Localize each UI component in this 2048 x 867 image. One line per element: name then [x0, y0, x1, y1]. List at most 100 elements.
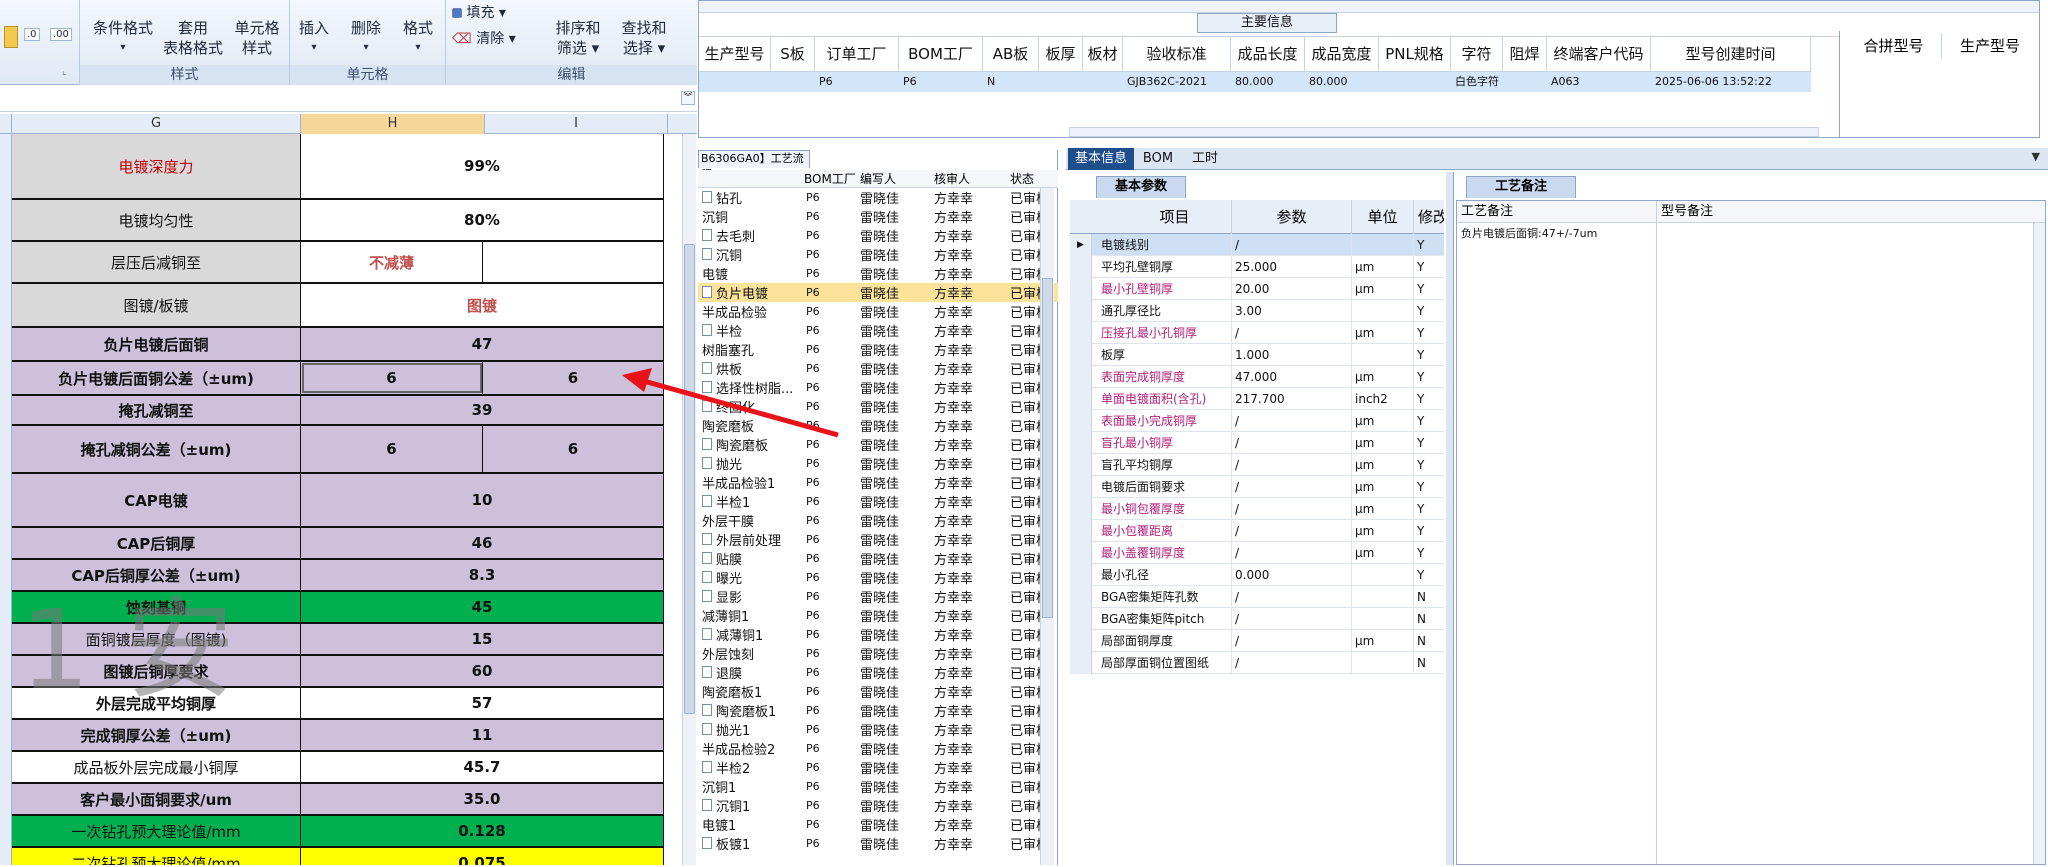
- row-selector[interactable]: [1070, 542, 1092, 564]
- sheet-cell-label[interactable]: 掩孔减铜公差（±um): [12, 426, 301, 472]
- workflow-row[interactable]: 去毛刺 P6 雷晓佳 方幸幸 已审核: [698, 226, 1058, 245]
- param-row[interactable]: 电镀后面铜要求 / μm Y: [1070, 476, 1444, 498]
- workflow-row[interactable]: 半成品检验1 P6 雷晓佳 方幸幸 已审核: [698, 473, 1058, 492]
- sheet-cell-label[interactable]: 客户最小面铜要求/um: [12, 784, 301, 814]
- row-selector[interactable]: [1070, 388, 1092, 410]
- wf-header-status[interactable]: 状态: [1010, 170, 1034, 188]
- expand-formula-bar-icon[interactable]: ︾: [681, 91, 695, 105]
- grid-header-cell[interactable]: 验收标准: [1123, 37, 1231, 71]
- grid-data-cell[interactable]: 80.000: [1231, 72, 1305, 92]
- param-value[interactable]: /: [1232, 498, 1352, 520]
- sheet-cell-value[interactable]: 45: [301, 592, 664, 622]
- workflow-row[interactable]: 贴膜 P6 雷晓佳 方幸幸 已审核: [698, 549, 1058, 568]
- grid-data-cell[interactable]: [771, 72, 815, 92]
- grid-header-cell[interactable]: 阻焊: [1503, 37, 1547, 71]
- sheet-cell-value[interactable]: 99%: [301, 134, 664, 198]
- grid-data-cell[interactable]: GJB362C-2021: [1123, 72, 1231, 92]
- workflow-row[interactable]: 外层干膜 P6 雷晓佳 方幸幸 已审核: [698, 511, 1058, 530]
- workflow-row[interactable]: 半成品检验 P6 雷晓佳 方幸幸 已审核: [698, 302, 1058, 321]
- clear-button[interactable]: ⌫ 清除 ▾: [452, 28, 516, 48]
- workflow-row[interactable]: 抛光1 P6 雷晓佳 方幸幸 已审核: [698, 720, 1058, 739]
- param-row[interactable]: 最小孔壁铜厚 20.00 μm Y: [1070, 278, 1444, 300]
- param-value[interactable]: /: [1232, 608, 1352, 630]
- sheet-cell-label[interactable]: 负片电镀后面铜: [12, 328, 301, 360]
- decrease-decimal-button[interactable]: .00: [50, 28, 72, 41]
- workflow-row[interactable]: 抛光 P6 雷晓佳 方幸幸 已审核: [698, 454, 1058, 473]
- grid-data-cell[interactable]: 80.000: [1305, 72, 1379, 92]
- tab-basic-info[interactable]: 基本信息: [1068, 148, 1134, 170]
- sheet-cell-value[interactable]: 47: [301, 328, 664, 360]
- param-value[interactable]: /: [1232, 322, 1352, 344]
- workflow-row[interactable]: 沉铜1 P6 雷晓佳 方幸幸 已审核: [698, 796, 1058, 815]
- param-value[interactable]: 0.000: [1232, 564, 1352, 586]
- process-notes-tab[interactable]: 工艺备注: [1466, 176, 1576, 198]
- row-selector[interactable]: ▶: [1070, 234, 1092, 256]
- param-row[interactable]: 盲孔平均铜厚 / μm Y: [1070, 454, 1444, 476]
- process-note-header[interactable]: 工艺备注: [1457, 201, 1657, 223]
- tab-bom[interactable]: BOM: [1138, 148, 1178, 170]
- grid-header-cell[interactable]: BOM工厂: [899, 37, 983, 71]
- sheet-vertical-scrollbar[interactable]: [682, 134, 696, 865]
- row-selector[interactable]: [1070, 476, 1092, 498]
- sheet-cell-label[interactable]: CAP后铜厚: [12, 528, 301, 558]
- sheet-cell-label[interactable]: 电镀均匀性: [12, 200, 301, 240]
- grid-data-cell[interactable]: [699, 72, 771, 92]
- merged-model-header[interactable]: 合拼型号: [1846, 33, 1942, 59]
- row-selector[interactable]: [1070, 344, 1092, 366]
- workflow-row[interactable]: 树脂塞孔 P6 雷晓佳 方幸幸 已审核: [698, 340, 1058, 359]
- param-value[interactable]: 20.00: [1232, 278, 1352, 300]
- param-row[interactable]: 表面完成铜厚度 47.000 μm Y: [1070, 366, 1444, 388]
- sheet-cell-label[interactable]: CAP后铜厚公差（±um): [12, 560, 301, 590]
- param-row[interactable]: 通孔厚径比 3.00 Y: [1070, 300, 1444, 322]
- fill-button[interactable]: 填充 ▾: [452, 2, 506, 22]
- increase-decimal-button[interactable]: .0: [24, 28, 40, 41]
- bp-header-mod[interactable]: 修改: [1414, 200, 1444, 234]
- grid-header-cell[interactable]: S板: [771, 37, 815, 71]
- sheet-cell-value[interactable]: 6: [301, 362, 483, 394]
- param-value[interactable]: /: [1232, 586, 1352, 608]
- splitter[interactable]: [1446, 172, 1454, 865]
- workflow-row[interactable]: 曝光 P6 雷晓佳 方幸幸 已审核: [698, 568, 1058, 587]
- grid-header-cell[interactable]: PNL规格: [1379, 37, 1451, 71]
- cell-styles-button[interactable]: 单元格 样式: [226, 0, 288, 58]
- workflow-row[interactable]: 减薄铜1 P6 雷晓佳 方幸幸 已审核: [698, 606, 1058, 625]
- formula-bar[interactable]: ︾: [0, 86, 697, 112]
- wf-header-checker[interactable]: 核审人: [934, 170, 970, 188]
- dialog-launcher-icon[interactable]: ⌞: [62, 66, 67, 77]
- sheet-cell-value-2[interactable]: [483, 242, 664, 282]
- param-value[interactable]: /: [1232, 652, 1352, 674]
- param-row[interactable]: 表面最小完成铜厚 / μm Y: [1070, 410, 1444, 432]
- row-selector[interactable]: [1070, 322, 1092, 344]
- sheet-cell-value[interactable]: 35.0: [301, 784, 664, 814]
- workflow-row[interactable]: 电镀 P6 雷晓佳 方幸幸 已审核: [698, 264, 1058, 283]
- top-grid-horizontal-scrollbar[interactable]: [1069, 127, 1819, 137]
- sheet-cell-label[interactable]: 面铜镀层厚度（图镀): [12, 624, 301, 654]
- find-select-button[interactable]: 查找和 选择 ▾: [612, 18, 676, 58]
- wf-header-writer[interactable]: 编写人: [860, 170, 896, 188]
- param-row[interactable]: 压接孔最小孔铜厚 / μm Y: [1070, 322, 1444, 344]
- sheet-cell-value[interactable]: 80%: [301, 200, 664, 240]
- workflow-row[interactable]: 烘板 P6 雷晓佳 方幸幸 已审核: [698, 359, 1058, 378]
- notes-scrollbar[interactable]: [2033, 223, 2045, 864]
- grid-data-cell[interactable]: [1083, 72, 1123, 92]
- sheet-cell-value[interactable]: 39: [301, 396, 664, 424]
- param-value[interactable]: 1.000: [1232, 344, 1352, 366]
- wf-header-bom[interactable]: BOM工厂: [804, 170, 856, 188]
- sheet-cell-label[interactable]: 负片电镀后面铜公差（±um): [12, 362, 301, 394]
- param-row[interactable]: 平均孔壁铜厚 25.000 μm Y: [1070, 256, 1444, 278]
- param-row[interactable]: 最小孔径 0.000 Y: [1070, 564, 1444, 586]
- grid-header-cell[interactable]: 板材: [1083, 37, 1123, 71]
- sheet-cell-value[interactable]: 57: [301, 688, 664, 718]
- bp-header-item[interactable]: 项目: [1118, 200, 1232, 234]
- param-value[interactable]: 3.00: [1232, 300, 1352, 322]
- insert-button[interactable]: 插入 ▾: [290, 18, 338, 58]
- grid-header-cell[interactable]: 终端客户代码: [1547, 37, 1651, 71]
- sheet-cell-label[interactable]: 图镀后铜厚要求: [12, 656, 301, 686]
- sheet-cell-value-2[interactable]: 6: [483, 362, 664, 394]
- param-row[interactable]: 板厚 1.000 Y: [1070, 344, 1444, 366]
- row-selector[interactable]: [1070, 278, 1092, 300]
- row-selector[interactable]: [1070, 586, 1092, 608]
- sheet-cell-value-2[interactable]: 6: [483, 426, 664, 472]
- sheet-cell-label[interactable]: 二次钻孔预大理论值/mm: [12, 848, 301, 865]
- sheet-cell-value[interactable]: 图镀: [301, 284, 664, 326]
